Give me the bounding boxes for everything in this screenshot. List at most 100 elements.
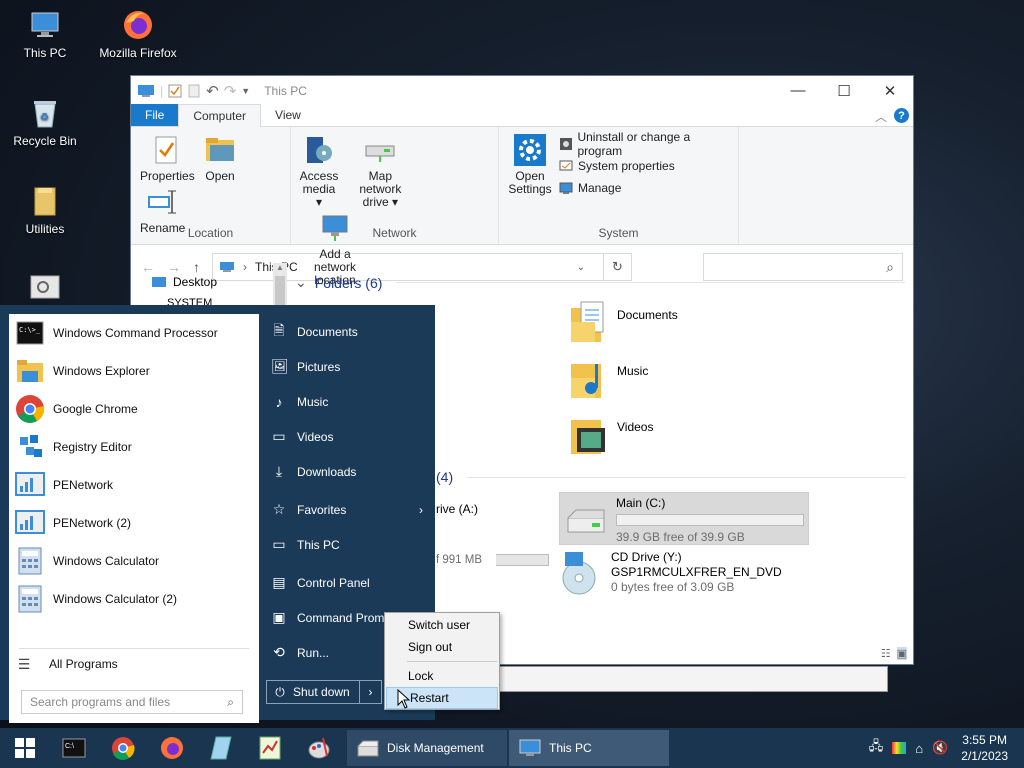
details-view-icon[interactable]: ☷ (881, 647, 891, 660)
start-search-placeholder: Search programs and files (30, 695, 171, 709)
new-folder-icon[interactable] (187, 84, 201, 98)
program-item-chrome[interactable]: Google Chrome (9, 390, 259, 428)
program-item-calculator[interactable]: Windows Calculator (9, 542, 259, 580)
place-favorites[interactable]: ☆ Favorites › (259, 492, 435, 527)
devices-header[interactable]: (4) (436, 469, 906, 485)
address-dropdown-icon[interactable]: ⌄ (577, 262, 595, 273)
usb-tray-icon[interactable]: ⌂ (915, 741, 923, 756)
menu-item-switch-user[interactable]: Switch user (385, 614, 499, 636)
ribbon-group-system: Open Settings Uninstall or change a prog… (499, 127, 739, 244)
hard-drive-icon (567, 509, 605, 533)
uninstall-program-button[interactable]: Uninstall or change a program (559, 130, 732, 158)
taskbar-app-5[interactable] (245, 728, 294, 768)
place-this-pc[interactable]: ▭ This PC (259, 527, 435, 562)
program-item-explorer[interactable]: Windows Explorer (9, 352, 259, 390)
redo-icon[interactable]: ↷ (224, 82, 237, 100)
computer-icon (28, 8, 62, 42)
properties-button[interactable]: Properties (137, 131, 198, 183)
properties-icon[interactable] (168, 84, 182, 98)
svg-text:C:\>_: C:\>_ (19, 326, 41, 334)
title-bar: | ↶ ↷ ▼ This PC — ☐ ✕ (131, 76, 913, 105)
place-videos[interactable]: ▭ Videos (259, 419, 435, 454)
program-item-cmd[interactable]: C:\>_ Windows Command Processor (9, 314, 259, 352)
mouse-cursor-icon (397, 689, 411, 709)
access-media-button[interactable]: Access media ▾ (297, 131, 341, 209)
tab-computer[interactable]: Computer (178, 104, 262, 127)
taskbar-chrome[interactable] (98, 728, 147, 768)
desktop-icon-firefox[interactable]: Mozilla Firefox (96, 8, 180, 60)
windows-logo-icon (14, 738, 35, 758)
open-button[interactable]: Open (201, 131, 239, 183)
place-documents[interactable]: 🗎 Documents (259, 314, 435, 349)
uninstall-icon (560, 138, 572, 150)
cmd-icon: C:\>_ (15, 318, 45, 348)
program-item-calculator-2[interactable]: Windows Calculator (2) (9, 580, 259, 618)
close-button[interactable]: ✕ (867, 76, 913, 105)
shutdown-options-arrow[interactable]: › (359, 681, 381, 703)
undo-icon[interactable]: ↶ (206, 82, 219, 100)
system-properties-button[interactable]: System properties (559, 155, 732, 177)
program-item-penetwork-2[interactable]: PENetwork (2) (9, 504, 259, 542)
place-control-panel[interactable]: ▤ Control Panel (259, 565, 435, 600)
all-programs-button[interactable]: ☰ All Programs (9, 645, 259, 683)
paint-icon (308, 737, 329, 759)
start-button[interactable] (0, 728, 49, 768)
minimize-button[interactable]: — (775, 76, 821, 105)
cd-drive-icon (562, 552, 596, 595)
network-tray-icon[interactable]: 🖧 (869, 737, 884, 759)
computer-icon (519, 739, 541, 756)
program-item-regedit[interactable]: Registry Editor (9, 428, 259, 466)
folder-item-documents[interactable]: Documents (569, 300, 678, 344)
folders-header[interactable]: ⌄ Folders (6) (295, 274, 905, 291)
list-icon: ☰ (17, 655, 31, 672)
drive-item-cd[interactable]: CD Drive (Y:) GSP1RMCULXFRER_EN_DVD 0 by… (561, 550, 782, 600)
disk-management-icon (357, 740, 379, 757)
taskbar-firefox[interactable] (147, 728, 196, 768)
folder-item-music[interactable]: Music (569, 356, 648, 400)
menu-item-lock[interactable]: Lock (385, 665, 499, 687)
maximize-button[interactable]: ☐ (821, 76, 867, 105)
music-note-icon: ♪ (275, 393, 283, 410)
background-window-edge (497, 666, 888, 692)
nav-item-desktop[interactable]: Desktop (151, 275, 217, 289)
manage-icon (559, 182, 573, 194)
ribbon-tabs: File Computer View ︿ ? (131, 104, 913, 127)
shutdown-button[interactable]: ⏻ Shut down › (266, 680, 382, 704)
desktop-icon-recycle-bin[interactable]: ♻ Recycle Bin (3, 96, 87, 148)
desktop-icon-settings[interactable] (3, 270, 87, 308)
menu-item-sign-out[interactable]: Sign out (385, 636, 499, 658)
customize-dropdown-icon[interactable]: ▼ (241, 86, 250, 96)
program-item-penetwork[interactable]: PENetwork (9, 466, 259, 504)
volume-muted-icon[interactable]: 🔇 (932, 740, 948, 756)
manage-button[interactable]: Manage (559, 177, 732, 199)
taskbar: C:\ Disk Management This PC 🖧 ⌂ 🔇 3:55 P… (0, 728, 1024, 768)
calculator-icon (15, 546, 45, 576)
place-downloads[interactable]: ⤓ Downloads (259, 454, 435, 489)
taskbar-app-4[interactable] (196, 728, 245, 768)
map-network-drive-button[interactable]: Map network drive ▾ (344, 131, 416, 209)
taskbar-disk-management[interactable]: Disk Management (347, 730, 507, 766)
tab-file[interactable]: File (131, 104, 179, 126)
chrome-icon (15, 394, 45, 424)
folder-item-videos[interactable]: Videos (569, 412, 653, 456)
taskbar-cmd[interactable]: C:\ (49, 728, 98, 768)
place-music[interactable]: ♪ Music (259, 384, 435, 419)
taskbar-this-pc[interactable]: This PC (509, 730, 669, 766)
document-icon: 🗎 (273, 321, 285, 338)
color-tray-icon[interactable] (892, 742, 907, 754)
place-pictures[interactable]: 🖼 Pictures (259, 349, 435, 384)
collapse-ribbon-icon[interactable]: ︿ (875, 108, 887, 125)
system-tray: 🖧 ⌂ 🔇 3:55 PM 2/1/2023 (869, 732, 1024, 764)
help-icon[interactable]: ? (894, 108, 909, 123)
clock[interactable]: 3:55 PM 2/1/2023 (961, 732, 1008, 764)
taskbar-app-6[interactable] (294, 728, 343, 768)
start-search-box[interactable]: Search programs and files ⌕ (21, 690, 243, 714)
large-icons-view-icon[interactable]: ▣ (896, 647, 907, 660)
start-menu: C:\>_ Windows Command Processor Windows E… (0, 305, 435, 723)
tab-view[interactable]: View (261, 104, 315, 126)
drive-item-main-c[interactable]: Main (C:) 39.9 GB free of 39.9 GB (559, 492, 809, 545)
drive-item-floppy[interactable]: rive (A:) f 991 MB (436, 502, 549, 566)
desktop-icon-utilities[interactable]: Utilities (3, 184, 87, 236)
desktop-icon-this-pc[interactable]: This PC (3, 8, 87, 60)
view-toggle: ☷ ▣ (881, 647, 907, 660)
